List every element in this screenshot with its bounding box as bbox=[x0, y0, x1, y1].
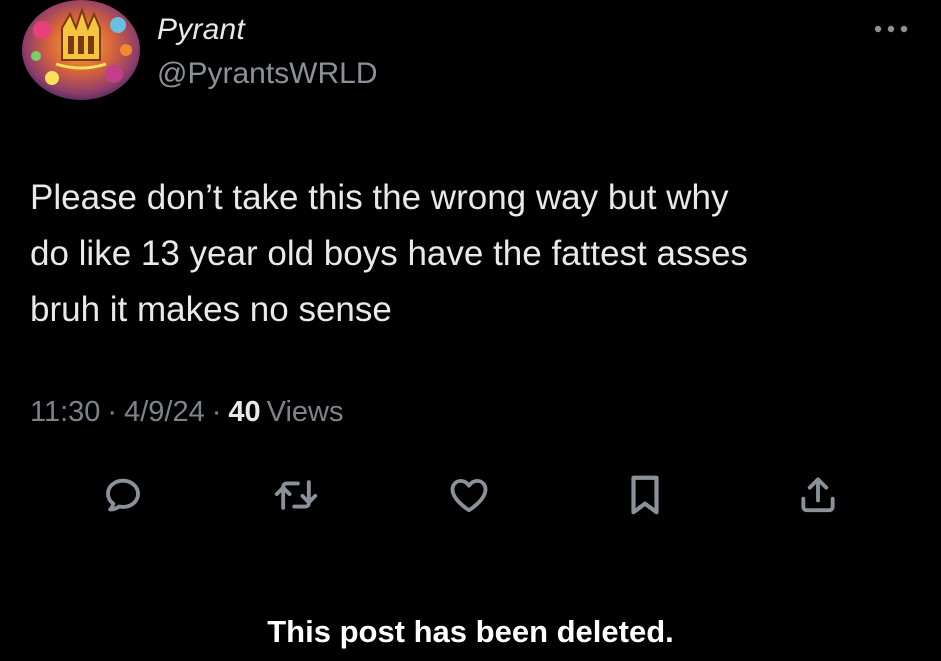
heart-icon bbox=[450, 478, 488, 513]
reply-icon bbox=[106, 478, 140, 512]
avatar-artwork-icon bbox=[22, 0, 140, 100]
post-date[interactable]: 4/9/24 bbox=[124, 396, 205, 428]
bookmark-icon bbox=[631, 475, 659, 515]
author-name[interactable]: Pyrant bbox=[157, 12, 245, 48]
meta-separator: · bbox=[211, 396, 222, 428]
tweet-text: Please don’t take this the wrong way but… bbox=[30, 178, 748, 329]
views-count: 40 bbox=[228, 396, 261, 428]
reply-button[interactable] bbox=[98, 470, 148, 520]
views-label: Views bbox=[266, 396, 344, 428]
like-button[interactable] bbox=[444, 470, 494, 520]
bookmark-button[interactable] bbox=[620, 470, 670, 520]
author-handle[interactable]: @PyrantsWRLD bbox=[157, 56, 378, 92]
avatar[interactable] bbox=[22, 0, 140, 100]
repost-button[interactable] bbox=[271, 470, 321, 520]
post-time[interactable]: 11:30 bbox=[30, 396, 100, 428]
more-dots-icon bbox=[874, 25, 908, 33]
tweet-meta: 11:30 · 4/9/24 · 40 Views bbox=[30, 392, 344, 432]
deleted-post-banner: This post has been deleted. bbox=[267, 614, 674, 649]
action-bar bbox=[0, 470, 941, 520]
repost-icon bbox=[274, 480, 318, 510]
more-options-button[interactable] bbox=[868, 14, 914, 44]
meta-separator: · bbox=[107, 396, 118, 428]
share-button[interactable] bbox=[793, 470, 843, 520]
tweet: Pyrant @PyrantsWRLD Please don’t take th… bbox=[0, 0, 941, 661]
share-icon bbox=[801, 477, 835, 513]
